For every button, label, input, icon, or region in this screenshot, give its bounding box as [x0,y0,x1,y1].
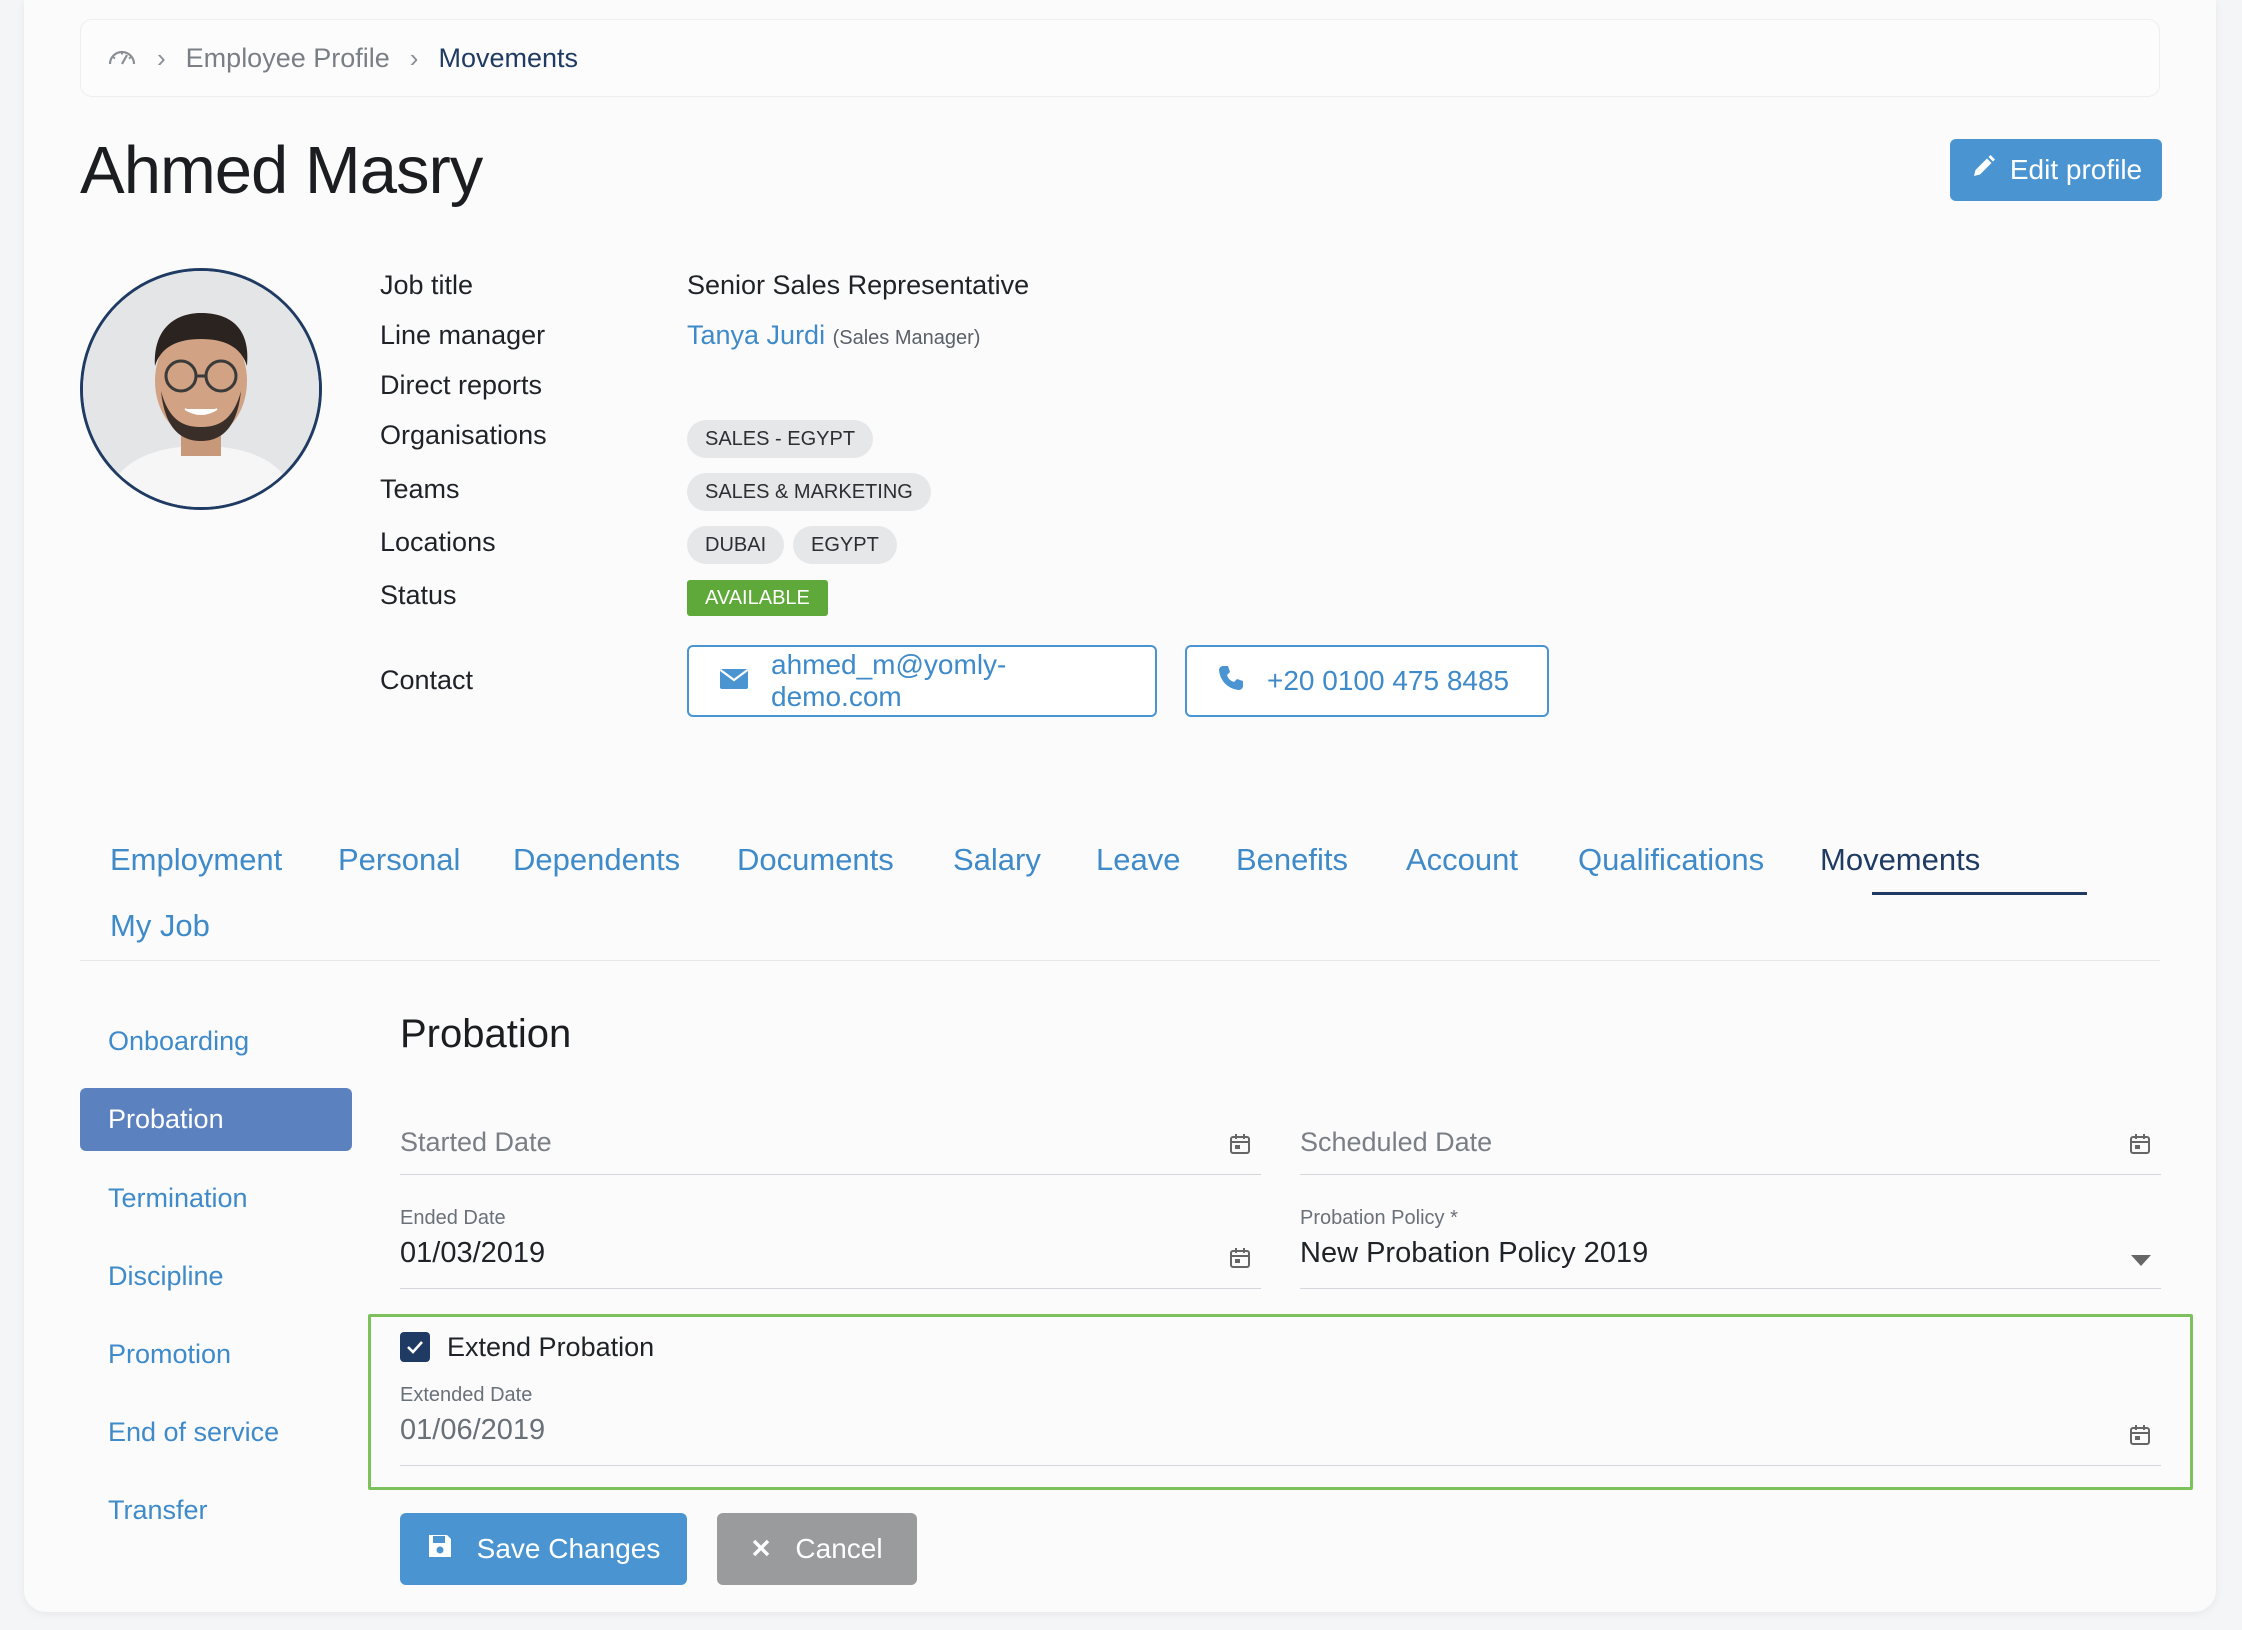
active-tab-indicator [1872,892,2087,895]
extended-date-label: Extended Date [400,1384,533,1406]
tab-leave[interactable]: Leave [1096,842,1180,878]
tab-employment[interactable]: Employment [110,842,282,878]
phone-icon [1217,664,1245,699]
email-text: ahmed_m@yomly-demo.com [771,649,1007,712]
line-manager-link[interactable]: Tanya Jurdi [687,320,825,350]
team-chip: SALES & MARKETING [687,473,931,511]
sidebar-item-end-of-service[interactable]: End of service [108,1417,279,1448]
cancel-button[interactable]: Cancel [717,1513,917,1585]
tab-benefits[interactable]: Benefits [1236,842,1348,878]
tab-my-job[interactable]: My Job [110,908,210,944]
chevron-right-icon: › [409,42,419,73]
ended-date-label: Ended Date [400,1207,506,1229]
organisation-chip: SALES - EGYPT [687,420,874,458]
calendar-icon[interactable] [2129,1133,2151,1155]
sidebar-item-discipline[interactable]: Discipline [108,1261,224,1292]
cancel-label: Cancel [795,1533,883,1564]
location-chip-egypt: EGYPT [793,526,897,564]
avatar [80,268,322,510]
breadcrumb: › Employee Profile › Movements [80,19,2160,97]
sidebar-item-transfer[interactable]: Transfer [108,1495,208,1526]
started-date-field[interactable]: Started Date [400,1085,1261,1175]
line-manager-role: (Sales Manager) [832,327,981,349]
extend-probation-checkbox[interactable] [400,1332,430,1362]
status-badge: AVAILABLE [687,580,828,616]
envelope-icon [719,665,749,697]
breadcrumb-employee-profile[interactable]: Employee Profile [186,43,390,74]
contact-label: Contact [380,665,474,695]
breadcrumb-movements: Movements [438,42,579,73]
caret-down-icon[interactable] [2131,1255,2151,1266]
tab-dependents[interactable]: Dependents [513,842,680,878]
ended-date-value: 01/03/2019 [400,1237,546,1269]
job-title-value: Senior Sales Representative [687,270,1030,300]
floppy-disk-icon [427,1533,453,1566]
calendar-icon[interactable] [1229,1133,1251,1155]
section-title: Probation [400,1012,572,1056]
extended-date-value: 01/06/2019 [400,1414,546,1446]
status-label: Status [380,580,457,610]
sidebar-item-termination[interactable]: Termination [108,1183,248,1214]
teams-label: Teams [380,474,460,504]
tab-account[interactable]: Account [1406,842,1518,878]
organisations-label: Organisations [380,420,547,450]
tab-personal[interactable]: Personal [338,842,460,878]
calendar-icon[interactable] [2129,1424,2151,1446]
email-button[interactable]: ahmed_m@yomly-demo.com [687,645,1157,717]
sidebar-item-probation[interactable]: Probation [80,1088,352,1151]
probation-policy-label: Probation Policy * [1300,1207,1458,1229]
location-chip-dubai: DUBAI [687,526,785,564]
direct-reports-label: Direct reports [380,370,543,400]
locations-label: Locations [380,527,496,557]
extend-probation-label[interactable]: Extend Probation [447,1332,654,1363]
tab-documents[interactable]: Documents [737,842,894,878]
sidebar-item-promotion[interactable]: Promotion [108,1339,231,1370]
scheduled-date-placeholder: Scheduled Date [1300,1127,1493,1157]
profile-tabs: Employment Personal Dependents Documents… [80,820,2160,961]
probation-policy-value: New Probation Policy 2019 [1300,1237,1649,1269]
phone-button[interactable]: +20 0100 475 8485 [1185,645,1549,717]
line-manager-label: Line manager [380,320,546,350]
page-title: Ahmed Masry [80,133,483,208]
line-manager-value: Tanya Jurdi (Sales Manager) [687,320,980,351]
tab-movements[interactable]: Movements [1820,842,1980,878]
phone-text: +20 0100 475 8485 [1267,665,1510,696]
scheduled-date-field[interactable]: Scheduled Date [1300,1085,2161,1175]
calendar-icon[interactable] [1229,1247,1251,1269]
pencil-icon [1970,154,1996,187]
save-changes-button[interactable]: Save Changes [400,1513,687,1585]
edit-profile-button[interactable]: Edit profile [1950,139,2162,201]
extended-date-field[interactable]: Extended Date 01/06/2019 [400,1376,2161,1466]
probation-policy-select[interactable]: Probation Policy * New Probation Policy … [1300,1199,2161,1289]
ended-date-field[interactable]: Ended Date 01/03/2019 [400,1199,1261,1289]
tab-qualifications[interactable]: Qualifications [1578,842,1764,878]
close-icon [751,1533,771,1565]
checkmark-icon [407,1341,423,1354]
edit-profile-label: Edit profile [2009,154,2143,185]
started-date-placeholder: Started Date [400,1127,552,1157]
dashboard-gauge-icon[interactable] [107,43,137,74]
chevron-right-icon: › [157,42,166,73]
tab-salary[interactable]: Salary [953,842,1041,878]
job-title-label: Job title [380,270,474,300]
save-changes-label: Save Changes [476,1533,661,1564]
sidebar-item-onboarding[interactable]: Onboarding [108,1026,249,1057]
